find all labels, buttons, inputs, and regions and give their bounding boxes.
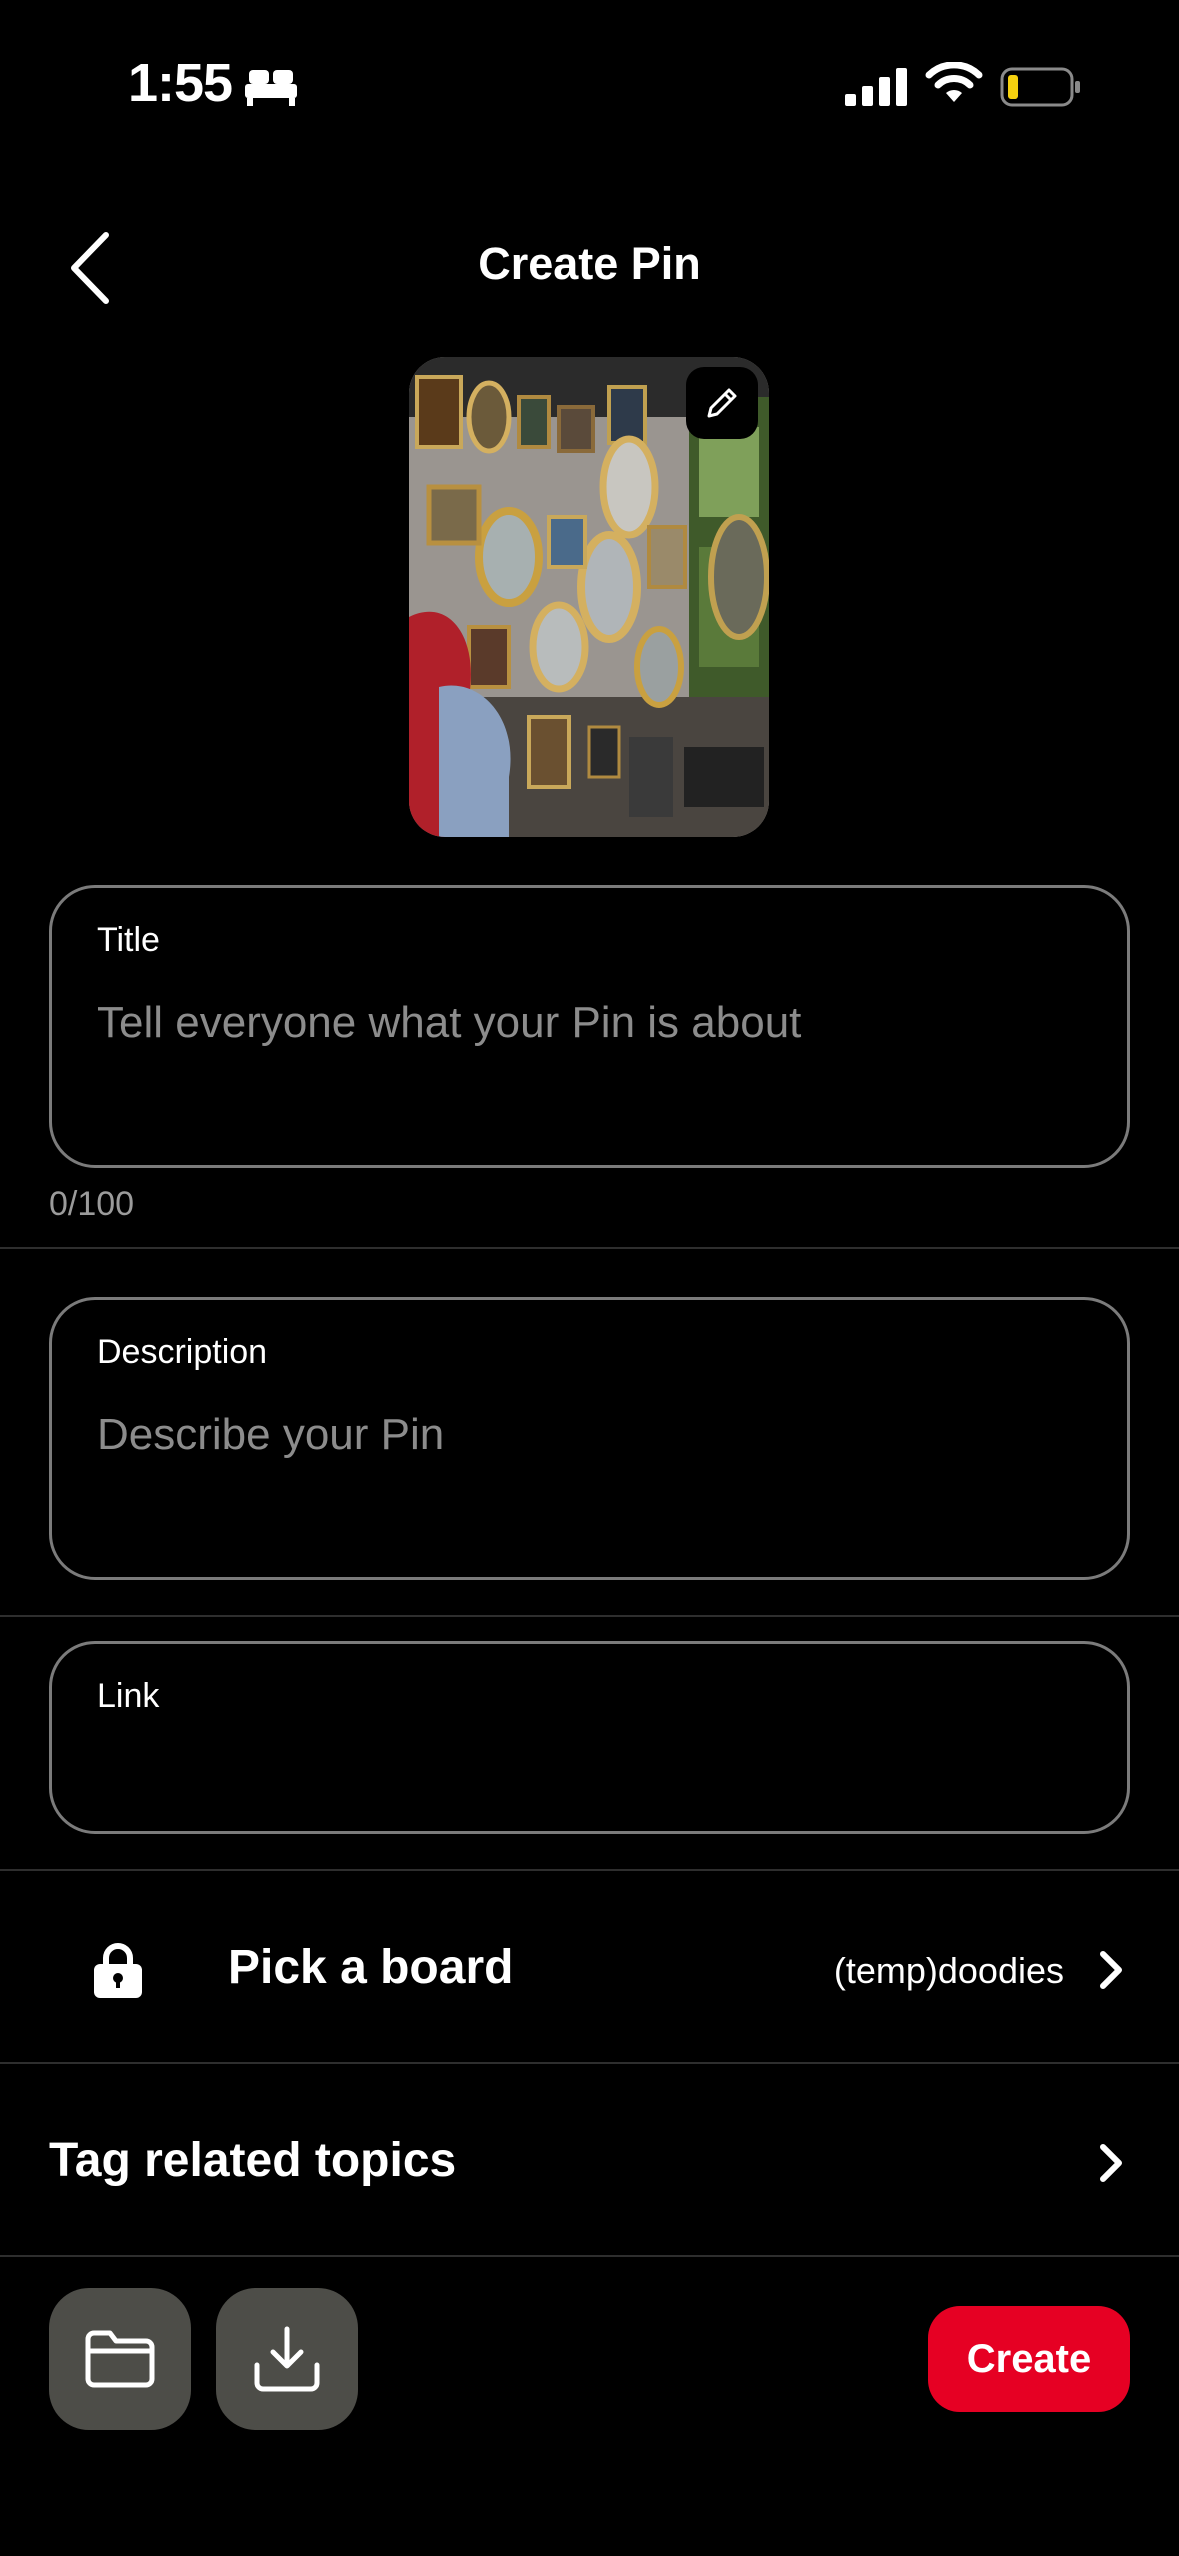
description-label: Description	[97, 1333, 268, 1371]
tag-topics-label: Tag related topics	[49, 2134, 457, 2187]
title-char-counter: 0/100	[49, 1185, 135, 1223]
pick-board-row[interactable]: Pick a board (temp)doodies	[0, 1872, 1179, 2062]
description-input[interactable]	[97, 1410, 1087, 1460]
lock-icon	[94, 1943, 142, 1998]
create-button[interactable]: Create	[928, 2306, 1130, 2412]
chevron-right-icon	[1100, 2144, 1122, 2182]
divider	[0, 2255, 1179, 2257]
selected-board-name: (temp)doodies	[833, 1950, 1064, 1991]
link-label: Link	[97, 1677, 160, 1715]
link-field[interactable]: Link	[49, 1641, 1130, 1834]
download-button[interactable]	[216, 2288, 358, 2430]
signal-icon	[845, 68, 907, 106]
chevron-right-icon	[1100, 1951, 1122, 1989]
title-field[interactable]: Title	[49, 885, 1130, 1168]
divider	[0, 1247, 1179, 1249]
pencil-icon	[707, 388, 737, 418]
description-field[interactable]: Description	[49, 1297, 1130, 1580]
folder-button[interactable]	[49, 2288, 191, 2430]
battery-icon	[1000, 67, 1080, 107]
divider	[0, 2062, 1179, 2064]
link-input[interactable]	[97, 1744, 1087, 1794]
tag-topics-row[interactable]: Tag related topics	[0, 2065, 1179, 2255]
bed-icon	[245, 70, 297, 106]
page-title: Create Pin	[478, 238, 701, 289]
wifi-icon	[925, 62, 983, 102]
download-icon	[254, 2326, 320, 2392]
divider	[0, 1869, 1179, 1871]
divider	[0, 1615, 1179, 1617]
pick-board-label: Pick a board	[228, 1941, 514, 1994]
folder-icon	[85, 2330, 155, 2388]
edit-image-button[interactable]	[686, 367, 758, 439]
title-input[interactable]	[97, 998, 1087, 1048]
status-time: 1:55	[128, 53, 233, 113]
title-label: Title	[97, 921, 160, 959]
